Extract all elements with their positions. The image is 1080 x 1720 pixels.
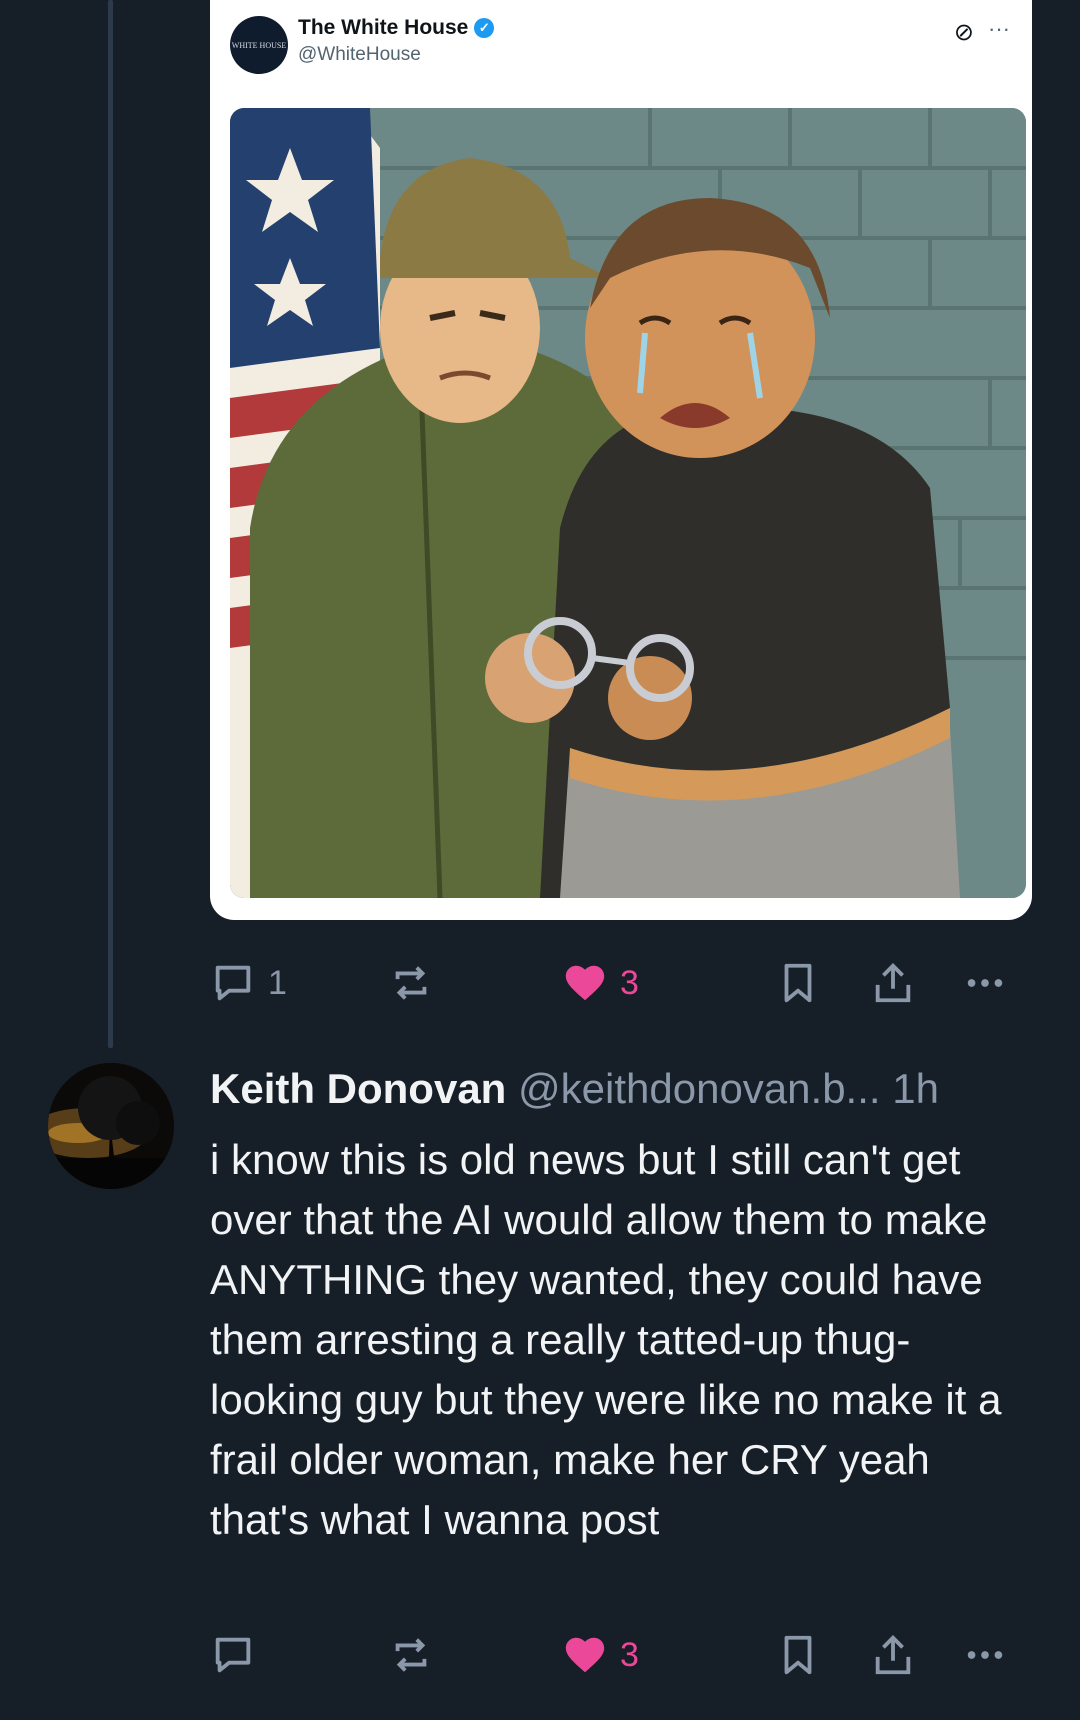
quoted-author-avatar[interactable]: WHITE HOUSE [230, 16, 288, 74]
quoted-author-name-row[interactable]: The White House ✓ [298, 16, 495, 40]
reply-author-avatar[interactable] [48, 1063, 174, 1189]
heart-icon [565, 965, 605, 1001]
reply-timestamp[interactable]: 1h [892, 1065, 939, 1112]
bookmark-icon [784, 1635, 812, 1675]
like-button[interactable]: 3 [562, 958, 639, 1008]
bookmark-icon [784, 963, 812, 1003]
more-icon [967, 979, 1003, 987]
thread-line [108, 0, 113, 1048]
reply-header: Keith Donovan @keithdonovan.b... 1h [210, 1065, 1040, 1113]
repost-icon [395, 966, 427, 1000]
reply-button[interactable] [210, 1630, 256, 1680]
quoted-author-handle[interactable]: @WhiteHouse [298, 44, 421, 66]
more-icon [967, 1651, 1003, 1659]
repost-button[interactable] [388, 1630, 434, 1680]
reply-action-bar: 3 [210, 1630, 1010, 1680]
like-button[interactable]: 3 [562, 1630, 639, 1680]
avatar-text: WHITE HOUSE [231, 40, 287, 50]
quoted-author-name[interactable]: The White House [298, 16, 468, 40]
like-count: 3 [620, 1635, 639, 1674]
more-options-button[interactable] [962, 1630, 1008, 1680]
bookmark-button[interactable] [775, 1630, 821, 1680]
more-options-button[interactable] [962, 958, 1008, 1008]
reply-author-handle[interactable]: @keithdonovan.b... [518, 1065, 881, 1112]
repost-button[interactable] [388, 958, 434, 1008]
like-count: 3 [620, 963, 639, 1002]
avatar-image [48, 1063, 174, 1189]
quoted-post-card[interactable]: WHITE HOUSE The White House ✓ @WhiteHous… [210, 0, 1032, 920]
share-button[interactable] [870, 1630, 916, 1680]
heart-icon [565, 1637, 605, 1673]
share-icon [875, 1635, 911, 1675]
more-icon[interactable]: ··· [988, 16, 1010, 42]
reply-count: 1 [268, 963, 287, 1002]
reply-body-text: i know this is old news but I still can'… [210, 1136, 1002, 1543]
cartoon-illustration [230, 108, 1026, 898]
repost-icon [395, 1638, 427, 1672]
quoted-post-image[interactable] [230, 108, 1026, 898]
verified-badge-icon: ✓ [474, 18, 495, 38]
parent-action-bar: 1 3 [210, 958, 1010, 1008]
share-button[interactable] [870, 958, 916, 1008]
bookmark-button[interactable] [775, 958, 821, 1008]
reply-icon [215, 1637, 251, 1673]
reply-button[interactable]: 1 [210, 958, 287, 1008]
grok-icon[interactable]: ⊘ [954, 18, 974, 47]
share-icon [875, 963, 911, 1003]
reply-icon [215, 965, 251, 1001]
reply-author-name[interactable]: Keith Donovan [210, 1065, 506, 1112]
